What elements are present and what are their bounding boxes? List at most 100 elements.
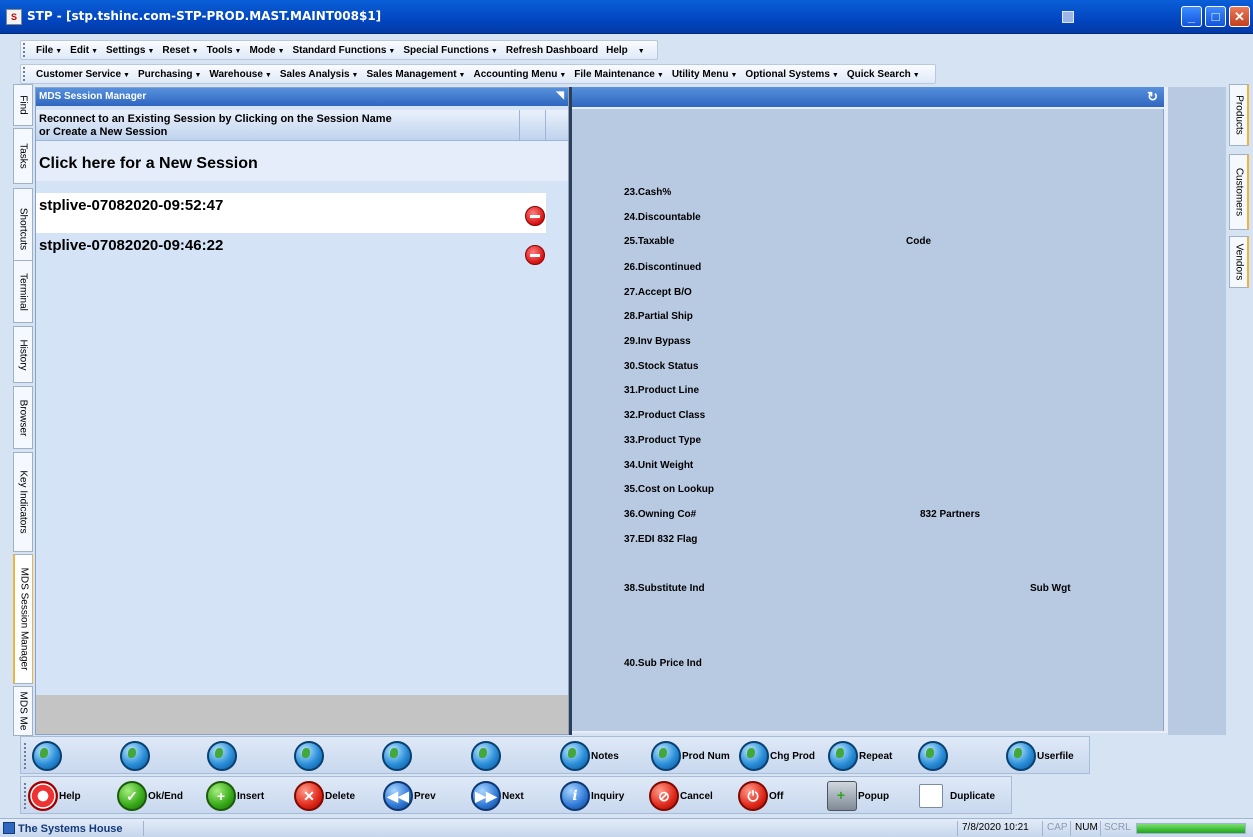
off-button[interactable]: ⏻ Off [738, 781, 783, 811]
fkey-2-button[interactable] [120, 741, 150, 771]
fkey-1-button[interactable] [32, 741, 62, 771]
menubar-grip[interactable] [23, 67, 29, 81]
status-bar: The Systems House 7/8/2020 10:21 CAP NUM… [0, 818, 1253, 837]
menu-sales-analysis[interactable]: Sales Analysis ▼ [276, 69, 363, 80]
prod-num-button[interactable]: Prod Num [651, 741, 730, 771]
menu-optional-systems[interactable]: Optional Systems ▼ [741, 69, 842, 80]
column-divider [519, 110, 520, 141]
field-product-line: 31.Product Line [624, 385, 700, 396]
menu-purchasing[interactable]: Purchasing ▼ [134, 69, 205, 80]
toolbar-grip[interactable] [24, 743, 26, 769]
menu-file-maintenance[interactable]: File Maintenance ▼ [570, 69, 668, 80]
session-row-2[interactable]: stplive-07082020-09:46:22 [36, 233, 546, 273]
menu-utility[interactable]: Utility Menu ▼ [668, 69, 742, 80]
right-margin [1168, 87, 1226, 735]
globe-icon [32, 741, 62, 771]
field-substitute-ind: 38.Substitute Ind [624, 583, 705, 594]
menu-mode[interactable]: Mode ▼ [245, 45, 288, 56]
duplicate-button[interactable]: Duplicate [919, 781, 995, 811]
app-icon[interactable]: S [6, 9, 22, 25]
status-divider [143, 821, 144, 836]
menu-standard-functions[interactable]: Standard Functions ▼ [289, 45, 400, 56]
next-button[interactable]: ▶▶ Next [471, 781, 524, 811]
prev-label: Prev [414, 790, 436, 802]
notes-button[interactable]: Notes [560, 741, 619, 771]
app-logo-icon [3, 822, 15, 834]
globe-icon [294, 741, 324, 771]
menu-refresh-dashboard[interactable]: Refresh Dashboard [502, 45, 602, 56]
menu-tools[interactable]: Tools ▼ [203, 45, 246, 56]
new-session-link[interactable]: Click here for a New Session [36, 141, 568, 181]
menu-special-functions[interactable]: Special Functions ▼ [399, 45, 502, 56]
column-divider [545, 110, 546, 141]
inquiry-button[interactable]: i Inquiry [560, 781, 624, 811]
menu-sales-management[interactable]: Sales Management ▼ [362, 69, 469, 80]
repeat-button[interactable]: Repeat [828, 741, 892, 771]
menu-edit[interactable]: Edit ▼ [66, 45, 102, 56]
menu-reset[interactable]: Reset ▼ [158, 45, 202, 56]
menu-warehouse[interactable]: Warehouse ▼ [205, 69, 275, 80]
database-plus-icon: + [827, 781, 857, 811]
tray-icon[interactable] [1062, 11, 1074, 23]
field-taxable: 25.Taxable [624, 236, 675, 247]
tab-products[interactable]: Products [1229, 84, 1249, 146]
chg-prod-button[interactable]: Chg Prod [739, 741, 815, 771]
menu-accounting[interactable]: Accounting Menu ▼ [469, 69, 570, 80]
tab-key-indicators[interactable]: Key Indicators [13, 452, 33, 552]
tab-mds-session-manager[interactable]: MDS Session Manager [13, 554, 33, 684]
prod-num-label: Prod Num [682, 750, 730, 762]
status-app-name: The Systems House [18, 823, 123, 835]
cancel-label: Cancel [680, 790, 713, 802]
fkey-5-button[interactable] [382, 741, 412, 771]
fast-forward-icon: ▶▶ [471, 781, 501, 811]
ok-end-button[interactable]: ✓ Ok/End [117, 781, 183, 811]
menu-settings[interactable]: Settings ▼ [102, 45, 158, 56]
close-button[interactable]: ✕ [1229, 6, 1250, 27]
maximize-button[interactable]: □ [1205, 6, 1226, 27]
delete-session-1-icon[interactable] [525, 206, 545, 226]
fkey-4-button[interactable] [294, 741, 324, 771]
session-row-1[interactable]: stplive-07082020-09:52:47 [36, 193, 546, 233]
popup-button[interactable]: + Popup [827, 781, 889, 811]
cancel-button[interactable]: ⊘ Cancel [649, 781, 713, 811]
tab-browser[interactable]: Browser [13, 386, 33, 449]
status-progress-bar [1136, 823, 1246, 834]
insert-button[interactable]: + Insert [206, 781, 264, 811]
field-accept-bo: 27.Accept B/O [624, 287, 692, 298]
userfile-button[interactable]: Userfile [1006, 741, 1074, 771]
lifebuoy-icon [28, 781, 58, 811]
fkey-6-button[interactable] [471, 741, 501, 771]
delete-button[interactable]: ✕ Delete [294, 781, 355, 811]
pin-icon[interactable]: ◥ [556, 90, 564, 101]
menu-help[interactable]: Help [602, 45, 632, 56]
tab-history[interactable]: History [13, 326, 33, 383]
tab-shortcuts[interactable]: Shortcuts [13, 188, 33, 270]
fkey-11-button[interactable] [918, 741, 948, 771]
menu-customer-service[interactable]: Customer Service ▼ [32, 69, 134, 80]
prev-button[interactable]: ◀◀ Prev [383, 781, 436, 811]
notes-label: Notes [591, 750, 619, 762]
tab-vendors[interactable]: Vendors [1229, 236, 1249, 288]
fkey-3-button[interactable] [207, 741, 237, 771]
field-code-label: Code [906, 236, 931, 247]
minimize-button[interactable]: _ [1181, 6, 1202, 27]
tab-terminal[interactable]: Terminal [13, 260, 33, 323]
title-bar: S STP - [stp.tshinc.com-STP-PROD.MAST.MA… [0, 0, 1253, 34]
tab-mds-me[interactable]: MDS Me [13, 686, 33, 736]
tab-find[interactable]: Find [13, 84, 33, 126]
menubar-overflow-icon[interactable]: ▼ [632, 45, 649, 56]
status-divider [1042, 821, 1043, 836]
refresh-icon[interactable]: ↻ [1147, 89, 1158, 105]
menubar-grip[interactable] [23, 43, 29, 57]
toolbar-grip[interactable] [24, 783, 26, 809]
menu-file[interactable]: File ▼ [32, 45, 66, 56]
field-owning-co: 36.Owning Co# [624, 509, 697, 520]
tab-customers[interactable]: Customers [1229, 154, 1249, 230]
help-button[interactable]: Help [28, 781, 81, 811]
app-window: S STP - [stp.tshinc.com-STP-PROD.MAST.MA… [0, 0, 1253, 837]
tab-tasks[interactable]: Tasks [13, 128, 33, 184]
status-app: The Systems House [3, 822, 123, 835]
menu-quick-search[interactable]: Quick Search ▼ [843, 69, 924, 80]
function-keys-top: Notes Prod Num Chg Prod Repeat Userfile [20, 736, 1090, 774]
delete-session-2-icon[interactable] [525, 245, 545, 265]
